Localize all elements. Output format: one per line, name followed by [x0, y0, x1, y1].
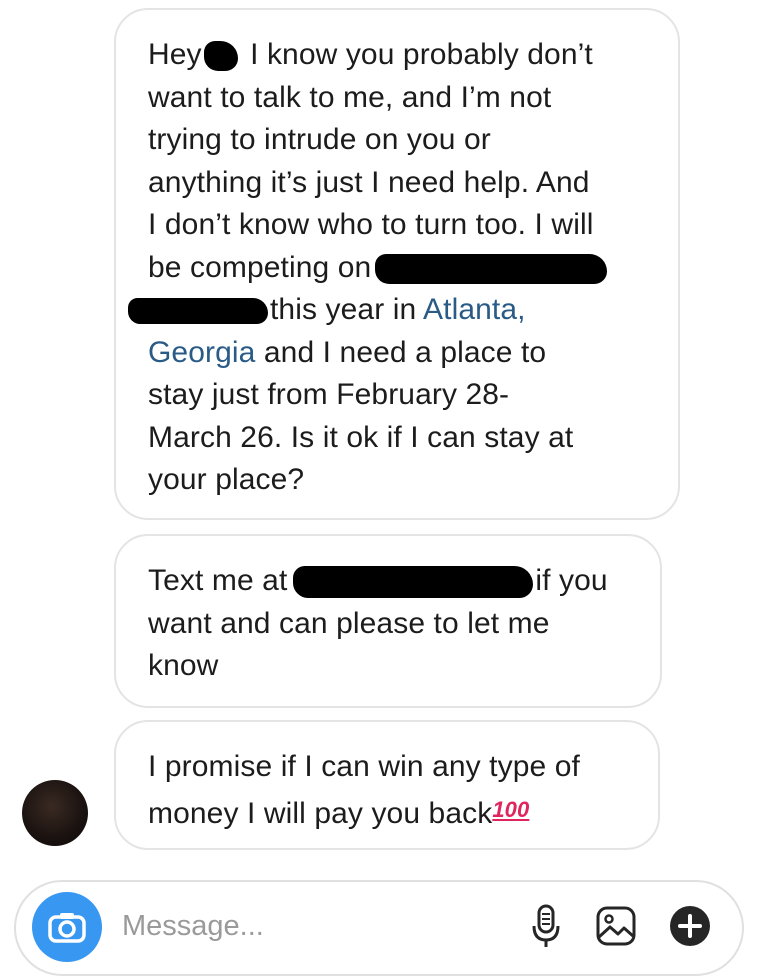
message-line: Hey I know you probably don’t [148, 38, 593, 72]
avatar[interactable] [22, 780, 88, 846]
message-line: money I will pay you back100 [148, 796, 530, 830]
message-line: trying to intrude on you or [148, 123, 491, 156]
hundred-points-icon: 100 [492, 796, 530, 822]
microphone-icon [532, 904, 560, 947]
location-link[interactable]: Atlanta, [423, 293, 526, 326]
message-line: want to talk to me, and I’m not [148, 80, 552, 114]
message-line: March 26. Is it ok if I can stay at [148, 420, 574, 454]
redaction-mark [203, 41, 238, 72]
camera-button[interactable] [32, 892, 102, 962]
message-line: your place? [148, 463, 305, 496]
message-line: be competing on [148, 247, 646, 290]
message-thread: Hey I know you probably don’t want to ta… [0, 0, 760, 870]
message-line: Georgia and I need a place to [148, 335, 547, 369]
location-link[interactable]: Georgia [148, 336, 255, 369]
message-line: stay just from February 28- [148, 378, 510, 411]
message-line: anything it’s just I need help. And [148, 165, 590, 199]
message-line: know [148, 649, 219, 682]
message-bubble[interactable]: I promise if I can win any type of money… [114, 720, 660, 850]
gallery-icon [596, 906, 636, 946]
redaction-mark [375, 253, 608, 284]
message-line: this year in Atlanta, [128, 289, 646, 332]
message-line: I promise if I can win any type of [148, 750, 580, 783]
message-line: Text me at if you [148, 564, 608, 599]
more-button[interactable] [668, 904, 712, 948]
gallery-button[interactable] [594, 904, 638, 948]
message-bubble[interactable]: Text me at if you want and can please to … [114, 534, 662, 708]
microphone-button[interactable] [524, 904, 568, 948]
message-composer: Message... [14, 880, 744, 976]
redaction-mark [293, 566, 534, 599]
message-input[interactable]: Message... [122, 910, 264, 943]
plus-icon [670, 906, 710, 946]
message-line: I don’t know who to turn too. I will [148, 208, 594, 241]
message-bubble[interactable]: Hey I know you probably don’t want to ta… [114, 8, 680, 520]
camera-icon [48, 913, 86, 943]
redaction-mark [128, 298, 268, 325]
message-line: want and can please to let me [148, 606, 550, 640]
